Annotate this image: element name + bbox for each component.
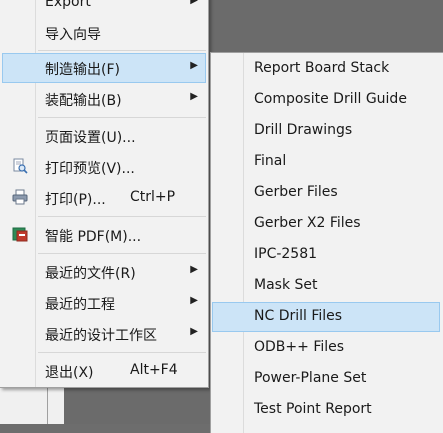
menu-item-label: Export [45,0,91,10]
menu-item-assembly-outputs[interactable]: 装配输出(B) ▶ [2,84,206,114]
submenu-item-label: ODB++ Files [254,339,345,355]
fabrication-outputs-submenu: Report Board Stack Composite Drill Guide… [210,52,443,433]
menu-item-label: 打印预览(V)... [45,161,135,177]
menu-item-label: 装配输出(B) [45,93,122,109]
submenu-item-label: NC Drill Files [254,308,343,324]
submenu-item-test-point-report[interactable]: Test Point Report [212,395,440,425]
submenu-item-ipc-2581[interactable]: IPC-2581 [212,240,440,270]
menu-separator [38,216,206,217]
menu-item-smart-pdf[interactable]: 智能 PDF(M)... [2,220,206,250]
submenu-item-label: Composite Drill Guide [254,91,407,107]
menu-item-label: 退出(X) [45,365,94,381]
menu-item-print-preview[interactable]: 打印预览(V)... [2,152,206,182]
submenu-item-label: Test Point Report [254,401,372,417]
submenu-item-label: Mask Set [254,277,318,293]
print-icon [12,189,28,205]
submenu-item-label: Gerber Files [254,184,338,200]
menu-separator [38,50,206,51]
submenu-item-label: Final [254,153,287,169]
menu-item-label: 页面设置(U)... [45,130,136,146]
submenu-item-label: Power-Plane Set [254,370,367,386]
menu-item-label: 打印(P)... [45,192,106,208]
menu-item-export[interactable]: Export ▶ [2,0,206,18]
menu-item-label: 导入向导 [45,27,101,43]
menu-item-print[interactable]: 打印(P)... Ctrl+P [2,183,206,213]
submenu-item-composite-drill-guide[interactable]: Composite Drill Guide [212,85,440,115]
submenu-arrow-icon: ▶ [190,264,198,275]
submenu-item-power-plane-set[interactable]: Power-Plane Set [212,364,440,394]
submenu-item-label: Report Board Stack [254,60,390,76]
menu-item-shortcut: Ctrl+P [130,189,176,205]
menu-item-recent-workspaces[interactable]: 最近的设计工作区 ▶ [2,319,206,349]
submenu-arrow-icon: ▶ [190,0,198,6]
menu-item-label: 最近的设计工作区 [45,328,157,344]
menu-item-label: 最近的文件(R) [45,266,136,282]
submenu-item-drill-drawings[interactable]: Drill Drawings [212,116,440,146]
print-preview-icon [12,158,28,174]
menu-item-label: 智能 PDF(M)... [45,229,142,245]
submenu-item-mask-set[interactable]: Mask Set [212,271,440,301]
file-menu: Export ▶ 导入向导 制造输出(F) ▶ 装配输出(B) ▶ 页面设置(U… [0,0,209,388]
menu-item-label: 制造输出(F) [45,62,120,78]
menu-item-label: 最近的工程 [45,297,115,313]
submenu-item-gerber-x2-files[interactable]: Gerber X2 Files [212,209,440,239]
submenu-item-gerber-files[interactable]: Gerber Files [212,178,440,208]
submenu-arrow-icon: ▶ [190,295,198,306]
submenu-item-odb-files[interactable]: ODB++ Files [212,333,440,363]
submenu-arrow-icon: ▶ [190,60,198,71]
submenu-item-final[interactable]: Final [212,147,440,177]
submenu-item-label: Gerber X2 Files [254,215,361,231]
submenu-item-nc-drill-files[interactable]: NC Drill Files [212,302,440,332]
menu-separator [38,253,206,254]
submenu-item-label: Drill Drawings [254,122,353,138]
menu-item-shortcut: Alt+F4 [130,362,178,378]
smart-pdf-icon [12,226,28,242]
menu-separator [38,352,206,353]
menu-item-recent-files[interactable]: 最近的文件(R) ▶ [2,257,206,287]
submenu-arrow-icon: ▶ [190,91,198,102]
menu-item-import-wizard[interactable]: 导入向导 [2,18,206,48]
menu-item-exit[interactable]: 退出(X) Alt+F4 [2,356,206,386]
menu-item-fabrication-outputs[interactable]: 制造输出(F) ▶ [2,53,206,83]
submenu-item-report-board-stack[interactable]: Report Board Stack [212,54,440,84]
menu-item-page-setup[interactable]: 页面设置(U)... [2,121,206,151]
submenu-arrow-icon: ▶ [190,326,198,337]
menu-separator [38,117,206,118]
menu-item-recent-projects[interactable]: 最近的工程 ▶ [2,288,206,318]
panel-divider [47,387,48,424]
submenu-item-label: IPC-2581 [254,246,318,262]
